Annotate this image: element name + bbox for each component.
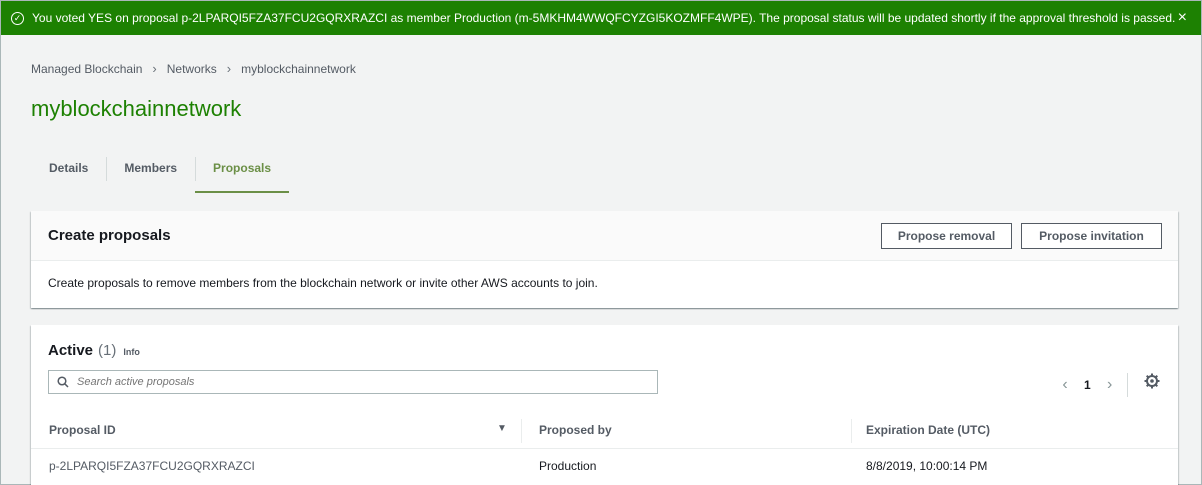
propose-removal-button[interactable]: Propose removal (881, 223, 1012, 249)
chevron-right-icon: › (226, 61, 232, 76)
gear-icon[interactable] (1144, 373, 1160, 389)
tab-details[interactable]: Details (31, 151, 106, 193)
success-flash-banner: ✓ You voted YES on proposal p-2LPARQI5FZ… (1, 1, 1201, 35)
active-proposals-header: Active (1) Info (31, 325, 1178, 359)
column-header-proposal-id[interactable]: Proposal ID (49, 423, 116, 437)
create-proposals-header: Create proposals Propose removal Propose… (31, 211, 1178, 261)
info-link[interactable]: Info (123, 347, 140, 357)
cell-proposal-id[interactable]: p-2LPARQI5FZA37FCU2GQRXRAZCI (49, 459, 255, 473)
pagination-divider (1126, 373, 1128, 397)
page-number[interactable]: 1 (1084, 378, 1091, 392)
tab-bar: Details Members Proposals (31, 151, 290, 193)
tab-proposals[interactable]: Proposals (195, 151, 290, 193)
check-circle-icon: ✓ (11, 11, 24, 25)
column-divider (521, 419, 522, 443)
page-title: myblockchainnetwork (31, 96, 242, 121)
tab-members[interactable]: Members (106, 151, 195, 193)
table-row[interactable]: p-2LPARQI5FZA37FCU2GQRXRAZCI Production … (31, 449, 1178, 483)
column-divider (851, 419, 852, 443)
breadcrumb-networks[interactable]: Networks (167, 62, 217, 76)
proposals-table: Proposal ID ▼ Proposed by Expiration Dat… (31, 413, 1178, 483)
propose-invitation-button[interactable]: Propose invitation (1021, 223, 1162, 249)
search-input[interactable] (77, 376, 657, 388)
create-proposals-panel: Create proposals Propose removal Propose… (31, 211, 1178, 308)
search-field[interactable] (48, 370, 658, 394)
breadcrumb-current: myblockchainnetwork (241, 61, 356, 76)
pagination: ‹ 1 › (1058, 373, 1128, 397)
cell-expiration-date: 8/8/2019, 10:00:14 PM (866, 459, 988, 473)
active-proposals-count: (1) (98, 342, 117, 359)
breadcrumb-managed-blockchain[interactable]: Managed Blockchain (31, 62, 142, 76)
create-proposals-title: Create proposals (48, 227, 171, 244)
cell-proposed-by: Production (539, 459, 597, 473)
sort-descending-icon[interactable]: ▼ (497, 423, 507, 434)
breadcrumb: Managed Blockchain › Networks › myblockc… (31, 61, 356, 76)
chevron-left-icon[interactable]: ‹ (1058, 376, 1072, 394)
active-proposals-title: Active (48, 342, 94, 359)
table-header: Proposal ID ▼ Proposed by Expiration Dat… (31, 413, 1178, 449)
flash-message: You voted YES on proposal p-2LPARQI5FZA3… (32, 11, 1176, 25)
column-header-expiration-date[interactable]: Expiration Date (UTC) (866, 423, 990, 437)
column-header-proposed-by[interactable]: Proposed by (539, 423, 612, 437)
active-proposals-panel: Active (1) Info ‹ 1 › Proposal (31, 325, 1178, 485)
close-icon[interactable]: × (1178, 10, 1187, 26)
create-proposals-description: Create proposals to remove members from … (48, 276, 598, 290)
search-icon (57, 376, 69, 388)
chevron-right-icon[interactable]: › (1103, 376, 1117, 394)
chevron-right-icon: › (152, 61, 157, 76)
